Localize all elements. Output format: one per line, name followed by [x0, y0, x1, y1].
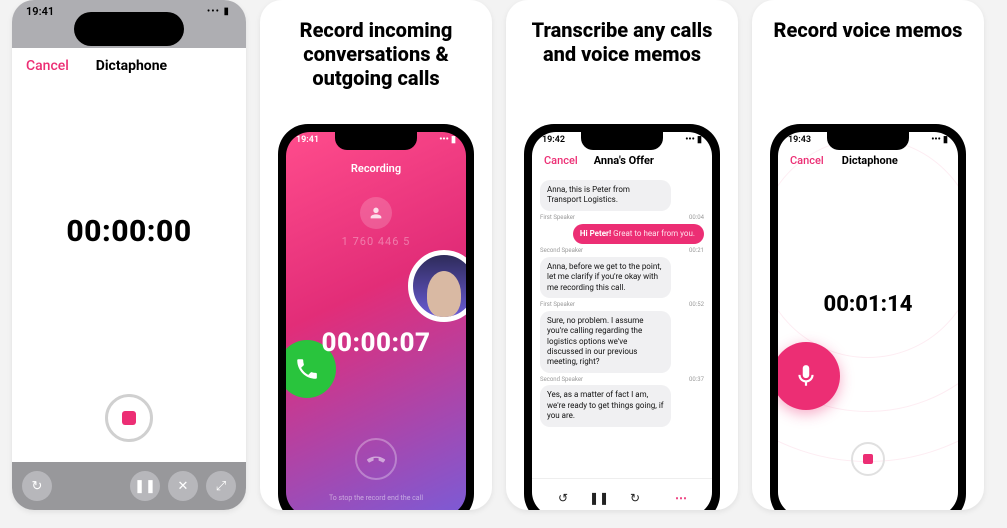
hangup-button[interactable] [355, 438, 397, 480]
caller-number-dim: 1 760 446 5 [286, 235, 466, 248]
stop-button[interactable] [851, 442, 885, 476]
phone-frame: 19:41 ••• ▮ Recording 1 760 446 5 00:00:… [278, 124, 474, 510]
recording-label: Recording [286, 162, 466, 175]
record-stop-button[interactable] [105, 394, 153, 442]
screen-title: Dictaphone [31, 58, 232, 74]
nav-row: Cancel Anna's Offer [532, 154, 712, 167]
rewind-icon[interactable]: ↺ [554, 489, 572, 507]
speaker-label: Second Speaker00:21 [540, 247, 704, 255]
speaker-label: First Speaker00:04 [540, 214, 704, 222]
pause-icon[interactable]: ❚❚ [590, 489, 608, 507]
clock-label: 19:41 [296, 135, 319, 145]
system-status-icons: ••• ▮ [931, 135, 948, 145]
speaker-label: Second Speaker00:37 [540, 376, 704, 384]
phone-frame: 19:42 ••• ▮ Cancel Anna's Offer Anna, th… [524, 124, 720, 510]
nav-row: Cancel Dictaphone [12, 48, 246, 74]
avatar-placeholder-icon [360, 197, 392, 229]
promo-transcribe: Transcribe any calls and voice memos 19:… [506, 0, 738, 510]
promo-record-calls: Record incoming conversations & outgoing… [260, 0, 492, 510]
notch [335, 132, 417, 150]
recording-timer: 00:00:00 [12, 214, 246, 249]
transcript-bubble: Yes, as a matter of fact I am, we're rea… [540, 385, 671, 426]
clock-label: 19:42 [542, 135, 565, 145]
stop-icon [122, 411, 136, 425]
more-menu-icon[interactable]: ⋯ [672, 489, 690, 507]
playback-bar: ↺ ❚❚ ↻ ⋯ [532, 478, 712, 510]
status-bar-grey: 19:41 ••• ▮ [12, 0, 246, 48]
dictaphone-live-card: 19:41 ••• ▮ Cancel Dictaphone 00:00:00 ↻… [12, 0, 246, 510]
speaker-label: First Speaker00:52 [540, 301, 704, 309]
transcript-list: Anna, this is Peter from Transport Logis… [532, 176, 712, 478]
dynamic-island [74, 12, 184, 46]
stop-icon [863, 454, 873, 464]
screen-title: Anna's Offer [548, 154, 700, 167]
caller-avatar [408, 250, 466, 322]
restart-icon[interactable]: ↻ [22, 471, 52, 501]
transcript-bubble: Anna, this is Peter from Transport Logis… [540, 180, 671, 211]
promo-voice-memos: Record voice memos 19:43 ••• ▮ Cancel Di… [752, 0, 984, 510]
notch [581, 132, 663, 150]
pause-icon[interactable]: ❚❚ [130, 471, 160, 501]
promo-headline: Record voice memos [752, 0, 984, 50]
clock-label: 19:43 [788, 135, 811, 145]
transcript-bubble: Anna, before we get to the point, let me… [540, 257, 671, 298]
media-controls-overlay: ↻ ❚❚ ✕ ⤢ [12, 462, 246, 510]
notch [827, 132, 909, 150]
promo-headline: Record incoming conversations & outgoing… [260, 0, 492, 98]
transcript-bubble: Sure, no problem. I assume you're callin… [540, 311, 671, 373]
clock-label: 19:41 [26, 5, 54, 18]
mute-icon[interactable]: ✕ [168, 471, 198, 501]
forward-icon[interactable]: ↻ [626, 489, 644, 507]
phone-frame: 19:43 ••• ▮ Cancel Dictaphone 00:01:14 [770, 124, 966, 510]
system-status-icons: ••• ▮ [207, 6, 230, 17]
system-status-icons: ••• ▮ [685, 135, 702, 145]
hangup-hint: To stop the record end the call [286, 494, 466, 502]
call-timer: 00:00:07 [286, 328, 466, 358]
promo-headline: Transcribe any calls and voice memos [506, 0, 738, 74]
system-status-icons: ••• ▮ [439, 135, 456, 145]
expand-icon[interactable]: ⤢ [206, 471, 236, 501]
recording-timer: 00:01:14 [778, 292, 958, 317]
transcript-bubble: Hi Peter! Great to hear from you. [573, 224, 704, 244]
